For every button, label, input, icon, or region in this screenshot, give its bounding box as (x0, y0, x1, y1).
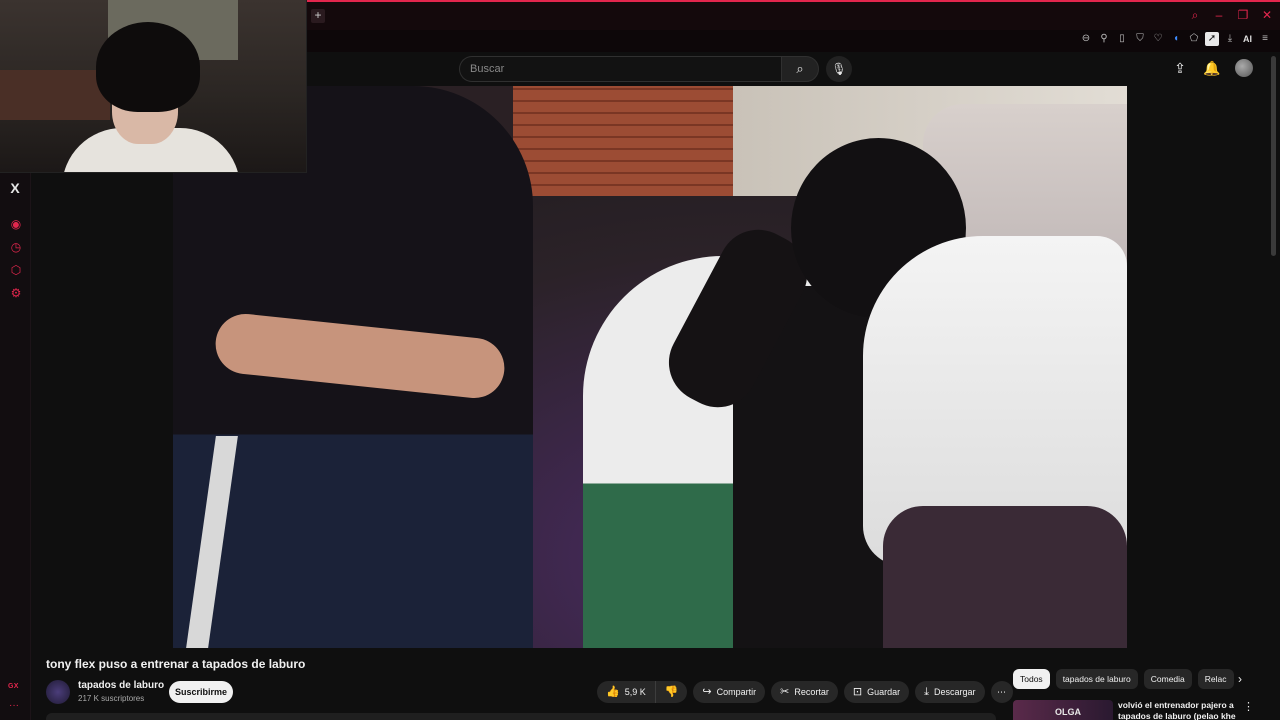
screen: X ◉ ◷ ⬡ ⚙ GX ··· + ⌕ – ❐ ✕ ⊖ ⚲ ▯ ⛉ ♡ ◖ ⬠… (0, 0, 1280, 720)
download-icon: ⤓ (924, 686, 930, 698)
dislike-button[interactable]: 👎 (655, 681, 688, 703)
bookmark-icon: ⊡ (852, 686, 863, 698)
video-title: tony flex puso a entrenar a tapados de l… (46, 657, 306, 671)
chip-all[interactable]: Todos (1013, 669, 1050, 689)
sidebar-more-icon[interactable]: ··· (9, 700, 19, 711)
share-label: Compartir (716, 687, 757, 697)
extension-icons: ⊖ ⚲ ▯ ⛉ ♡ ◖ ⬠ ➚ ⤓ AI ≡ (1079, 32, 1272, 46)
youtube-masthead: Buscar ⌕ 🎙 ⇪ 🔔 (307, 52, 1280, 86)
audio-extension-icon[interactable]: ◖ (1169, 32, 1183, 46)
page-scrollbar[interactable] (1271, 56, 1276, 256)
minimize-icon[interactable]: – (1212, 8, 1226, 22)
menu-icon[interactable]: ≡ (1258, 32, 1272, 46)
search-icon[interactable]: ⌕ (781, 56, 819, 82)
pin-icon[interactable]: ⚲ (1097, 32, 1111, 46)
settings-icon[interactable]: ⚙ (9, 286, 23, 300)
share-icon: ↪ (702, 686, 712, 698)
more-horizontal-icon: ⋯ (997, 687, 1007, 697)
video-frame-person-right-legs (883, 506, 1127, 648)
download-label: Descargar (934, 687, 976, 697)
save-label: Guardar (867, 687, 901, 697)
webcam-shelf (0, 70, 110, 120)
channel-name[interactable]: tapados de laburo (78, 680, 164, 691)
shield-icon[interactable]: ⛉ (1133, 32, 1147, 46)
history-icon[interactable]: ◷ (9, 240, 23, 254)
masthead-actions: ⇪ 🔔 (1171, 59, 1253, 77)
download-icon[interactable]: ⤓ (1223, 32, 1237, 46)
save-button[interactable]: ⊡ Guardar (843, 681, 910, 703)
recommendation-menu-icon[interactable]: ⋮ (1243, 700, 1254, 716)
like-dislike-group: 👍 5,9 K 👎 (597, 681, 688, 703)
chip-related[interactable]: Relac (1197, 669, 1234, 689)
video-actions: 👍 5,9 K 👎 ↪ Compartir ✂ Recortar ⊡ Guard… (597, 681, 1013, 703)
microphone-icon[interactable]: 🎙 (826, 56, 852, 82)
webcam-overlay (0, 0, 307, 173)
new-tab-button[interactable]: + (311, 9, 325, 23)
recommendation-thumbnail-text: OLGA (1055, 707, 1081, 717)
extensions-icon[interactable]: ⬡ (9, 263, 23, 277)
video-player[interactable] (173, 86, 1127, 648)
thumbs-down-icon: 👎 (664, 686, 679, 698)
bookmark-icon[interactable]: ▯ (1115, 32, 1129, 46)
thumbs-up-icon: 👍 (606, 686, 620, 698)
upload-icon[interactable]: ⇪ (1171, 59, 1189, 77)
like-button[interactable]: 👍 5,9 K (597, 681, 656, 703)
clip-button[interactable]: ✂ Recortar (771, 681, 838, 703)
extension-bar: ⊖ ⚲ ▯ ⛉ ♡ ◖ ⬠ ➚ ⤓ AI ≡ (307, 30, 1280, 52)
ai-button[interactable]: AI (1241, 32, 1254, 46)
close-icon[interactable]: ✕ (1260, 8, 1274, 22)
puzzle-icon[interactable]: ⬠ (1187, 32, 1201, 46)
chip-channel[interactable]: tapados de laburo (1055, 669, 1138, 689)
search-input[interactable]: Buscar (459, 56, 781, 82)
description-box[interactable] (46, 713, 996, 720)
scissors-icon: ✂ (780, 686, 790, 698)
tab-strip: + ⌕ – ❐ ✕ (307, 0, 1280, 30)
like-count: 5,9 K (624, 687, 646, 697)
heart-icon[interactable]: ♡ (1151, 32, 1165, 46)
chip-comedy[interactable]: Comedia (1143, 669, 1192, 689)
zoom-icon[interactable]: ⊖ (1079, 32, 1093, 46)
window-controls: ⌕ – ❐ ✕ (1188, 8, 1274, 22)
more-actions-button[interactable]: ⋯ (990, 681, 1013, 703)
video-frame-brick-wall (513, 86, 733, 196)
subscriber-count: 217 K suscriptores (78, 694, 145, 703)
restore-icon[interactable]: ❐ (1236, 8, 1250, 22)
recommendation-title[interactable]: volvió el entrenador pajero a tapados de… (1118, 700, 1236, 720)
webcam-hair (96, 22, 200, 112)
player-icon[interactable]: ◉ (9, 217, 23, 231)
chevron-right-icon[interactable]: › (1233, 671, 1247, 687)
gx-brand-label[interactable]: GX (8, 683, 19, 690)
share-button[interactable]: ↪ Compartir (693, 681, 766, 703)
download-button[interactable]: ⤓ Descargar (915, 681, 985, 703)
cursor-extension-icon[interactable]: ➚ (1205, 32, 1219, 46)
clip-label: Recortar (794, 687, 829, 697)
x-twitter-icon[interactable]: X (8, 181, 22, 195)
related-filter-chips: Todos tapados de laburo Comedia Relac (1013, 669, 1245, 689)
account-avatar[interactable] (1235, 59, 1253, 77)
browser-search-icon[interactable]: ⌕ (1188, 8, 1202, 22)
channel-avatar[interactable] (46, 680, 70, 704)
subscribe-button[interactable]: Suscribirme (169, 681, 233, 703)
notifications-icon[interactable]: 🔔 (1203, 59, 1221, 77)
